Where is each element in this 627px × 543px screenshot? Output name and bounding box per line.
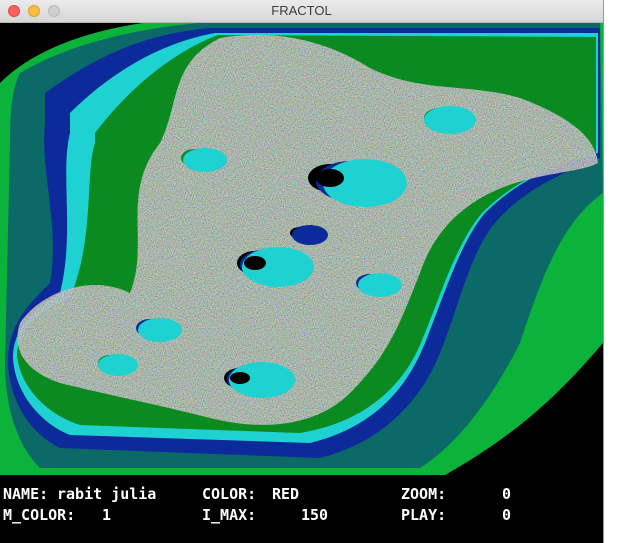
i-max-label: I_MAX: [202, 506, 257, 524]
zoom-value: 0 [502, 485, 512, 503]
window-title: FRACTOL [271, 3, 332, 18]
color-label: COLOR: [202, 485, 257, 503]
play-value: 0 [502, 506, 512, 524]
m-color-value: 1 [102, 506, 112, 524]
fractol-window: FRACTOL NAME: rabit julia COLOR: RED ZOO… [0, 0, 603, 543]
fractal-canvas[interactable] [0, 23, 603, 475]
title-bar[interactable]: FRACTOL [0, 0, 603, 23]
i-max-value: 150 [301, 506, 329, 524]
color-value: RED [272, 485, 300, 503]
name-value: rabit julia [57, 485, 157, 503]
desktop-margin [606, 0, 627, 543]
julia-set-render [0, 23, 603, 475]
play-label: PLAY: [401, 506, 447, 524]
zoom-label: ZOOM: [401, 485, 447, 503]
status-panel: NAME: rabit julia COLOR: RED ZOOM: 0 M_C… [0, 476, 603, 543]
name-label: NAME: [3, 485, 49, 503]
m-color-label: M_COLOR: [3, 506, 76, 524]
